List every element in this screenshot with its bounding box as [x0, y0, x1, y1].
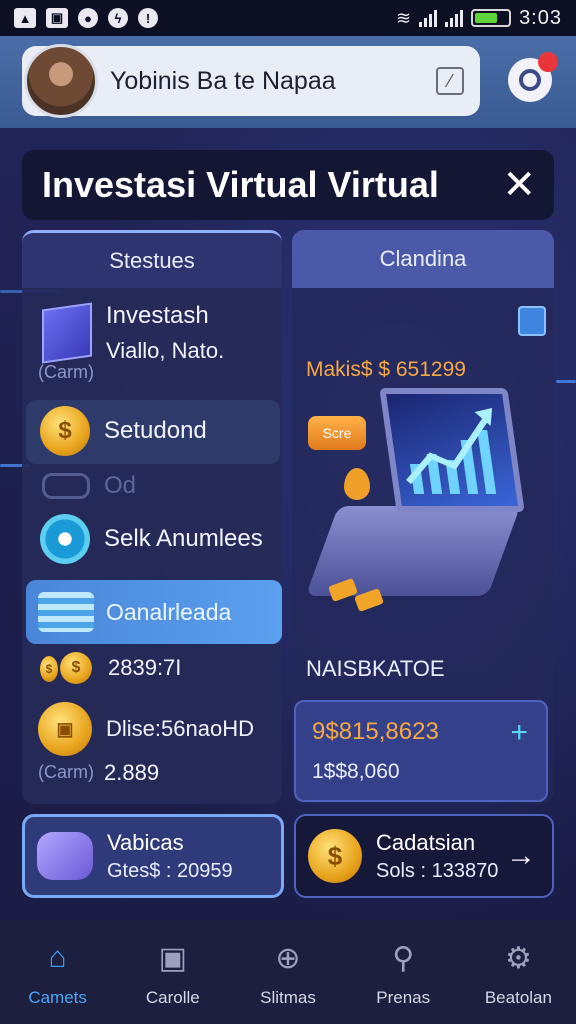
signal-icon	[445, 9, 464, 27]
list-item-dlise[interactable]: ▣ Dlise:56naoHD	[38, 702, 254, 756]
nav-label: Beatolan	[484, 988, 552, 1007]
price-label: Makis$ $ 651299	[306, 358, 466, 381]
list-item-od[interactable]: Od	[42, 472, 136, 500]
value-sub: 1$$8,060	[312, 760, 400, 783]
arrow-right-icon[interactable]: →	[506, 839, 536, 873]
user-name: Yobinis Ba te Napaa	[110, 66, 336, 95]
gamepad-icon	[37, 832, 93, 880]
tab-status[interactable]: Stestues	[22, 230, 282, 288]
list-item-title: 2839:7I	[108, 655, 182, 680]
list-item-title: Selk Anumlees	[104, 525, 263, 552]
section-label: NAISBKATOE	[306, 656, 445, 681]
value-main: 9$815,8623	[312, 718, 439, 745]
cadatsian-card[interactable]: $ Cadatsian Sols : 133870 →	[294, 814, 554, 898]
title-bar: Investasi Virtual Virtual ✕	[22, 150, 554, 220]
plus-icon[interactable]: +	[510, 716, 528, 750]
vabicas-card[interactable]: Vabicas Gtes$ : 20959	[22, 814, 284, 898]
battery-icon	[471, 9, 512, 27]
home-icon: ⌂	[48, 941, 67, 974]
nav-item-prenas[interactable]: ⚲ Prenas	[346, 920, 461, 1024]
wallet-icon: ▣	[38, 702, 92, 756]
nav-label: Carolle	[145, 988, 200, 1007]
gallery-icon: ▣	[46, 8, 68, 28]
nav-label: Slitmas	[260, 988, 316, 1007]
nav-label: Camets	[28, 988, 87, 1007]
search-icon: ⚲	[392, 941, 415, 975]
controller-icon	[42, 473, 90, 499]
signal-icon	[419, 9, 438, 27]
list-item-caption: (Carm)	[38, 362, 94, 382]
edit-icon[interactable]: ⁄	[436, 67, 464, 95]
profile-card[interactable]: Yobinis Ba te Napaa ⁄	[22, 44, 480, 118]
close-icon[interactable]: ✕	[502, 165, 536, 205]
list-item-title: Investash	[106, 302, 209, 329]
list-item-title: Oanalrleada	[106, 598, 232, 625]
nav-item-carolle[interactable]: ▣ Carolle	[115, 920, 230, 1024]
camera-icon: ▣	[158, 941, 187, 975]
image-icon: ▲	[14, 8, 36, 28]
bottom-nav: ⌂ Camets ▣ Carolle ⊕ Slitmas ⚲ Prenas ⚙ …	[0, 920, 576, 1024]
background-glow-line	[556, 380, 576, 383]
coin-icon: $	[40, 406, 90, 456]
list-item-value: 2.889	[104, 760, 160, 785]
settings-badge-icon[interactable]	[518, 306, 546, 336]
list-item-title: Setudond	[104, 417, 207, 444]
nav-item-beatolan[interactable]: ⚙ Beatolan	[461, 920, 576, 1024]
data-saver-icon: ●	[78, 8, 98, 28]
growth-chart-illustration	[379, 388, 525, 512]
list-item-investash[interactable]: Investash Viallo, Nato.	[42, 302, 224, 364]
status-time: 3:03	[519, 6, 562, 29]
list-item-title: Od	[104, 472, 137, 499]
list-item-selk[interactable]: Selk Anumlees	[40, 514, 263, 564]
card-value: Sols : 133870	[376, 859, 499, 882]
drop-icon	[344, 468, 370, 500]
list-item-title: Dlise:56naoHD	[106, 716, 254, 741]
wifi-icon: ≋	[395, 7, 412, 28]
card-title: Vabicas	[107, 829, 184, 855]
list-item-caption: (Carm)	[38, 762, 94, 782]
messenger-icon: ϟ	[108, 8, 128, 28]
stack-icon	[38, 592, 94, 632]
tab-label: Clandina	[379, 246, 467, 271]
cube-icon	[42, 302, 92, 364]
list-item-oanalrleada[interactable]: Oanalrleada	[26, 580, 282, 644]
coins-icon: $ $	[40, 648, 94, 688]
nav-item-slitmas[interactable]: ⊕ Slitmas	[230, 920, 345, 1024]
settings-frame-icon: ⚙	[504, 941, 532, 975]
notification-badge	[538, 52, 558, 72]
disc-icon	[40, 514, 90, 564]
nav-item-camets[interactable]: ⌂ Camets	[0, 920, 115, 1024]
value-card[interactable]: 9$815,8623 1$$8,060 +	[294, 700, 548, 802]
score-chip: Scre	[308, 416, 366, 450]
status-bar: ▲ ▣ ● ϟ ! ≋ 3:03	[0, 0, 576, 36]
alert-icon: !	[138, 8, 158, 28]
search-plus-icon: ⊕	[275, 941, 301, 975]
list-item-coins[interactable]: $ $ 2839:7I	[40, 648, 181, 688]
card-value: Gtes$ : 20959	[107, 859, 233, 882]
avatar[interactable]	[24, 44, 98, 118]
page-title: Investasi Virtual Virtual	[42, 164, 439, 205]
list-item-setudond[interactable]: $ Setudond	[40, 406, 207, 456]
coin-icon: $	[308, 829, 362, 883]
tab-label: Stestues	[109, 247, 195, 273]
tab-chart[interactable]: Clandina	[292, 230, 554, 288]
list-item-subtitle: Viallo, Nato.	[106, 338, 225, 363]
nav-label: Prenas	[376, 988, 431, 1007]
card-title: Cadatsian	[376, 829, 476, 855]
